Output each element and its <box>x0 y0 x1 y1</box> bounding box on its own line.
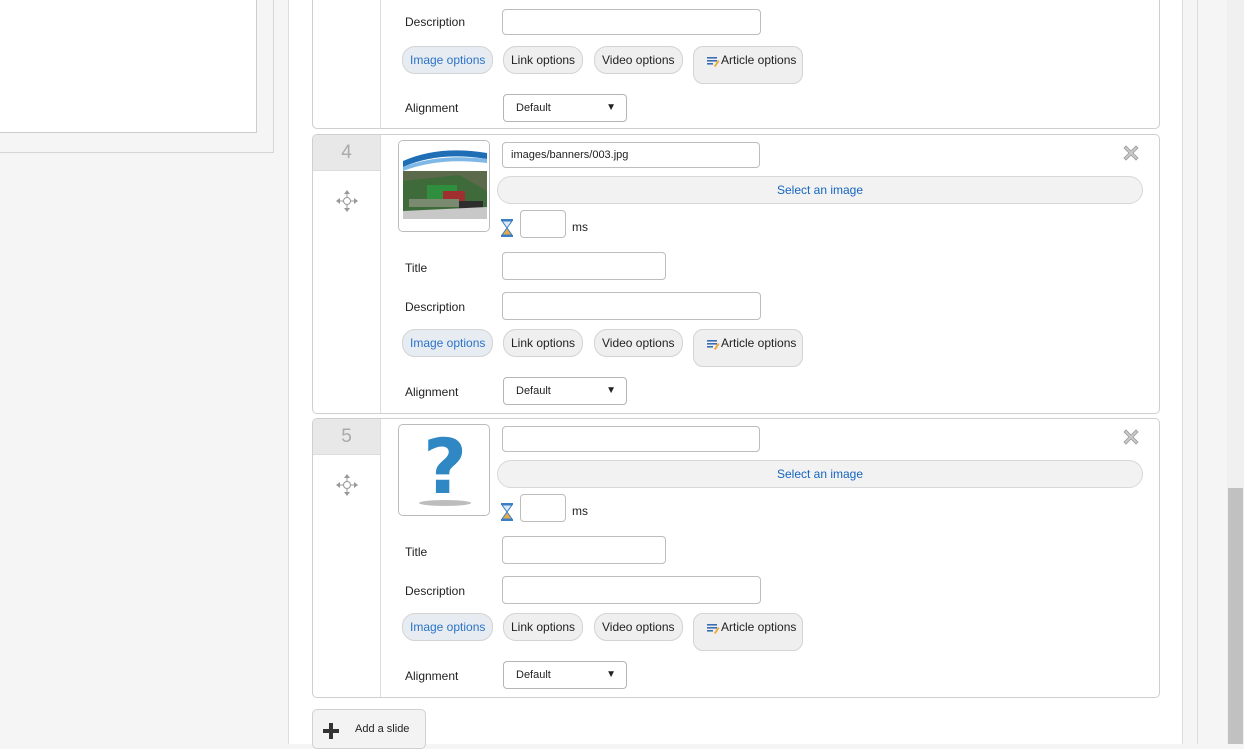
title-input[interactable] <box>502 252 666 280</box>
alignment-label: Alignment <box>405 385 459 399</box>
select-image-button[interactable]: Select an image <box>497 176 1143 204</box>
title-label: Title <box>405 261 428 275</box>
description-input[interactable] <box>502 576 761 604</box>
close-x-icon[interactable] <box>1121 143 1141 163</box>
video-options-tab[interactable]: Video options <box>594 46 683 74</box>
title-input[interactable] <box>502 536 666 564</box>
ms-label: ms <box>572 504 588 518</box>
slide-number-column: 4 <box>313 135 381 413</box>
chevron-down-icon: ▼ <box>606 385 616 396</box>
description-input[interactable] <box>502 292 761 320</box>
description-label: Description <box>405 300 466 314</box>
duration-input[interactable] <box>520 210 566 238</box>
alignment-select[interactable]: Default ▼ <box>503 94 627 122</box>
video-options-tab[interactable]: Video options <box>594 329 683 357</box>
link-options-tab[interactable]: Link options <box>503 329 584 357</box>
alignment-label: Alignment <box>405 669 459 683</box>
article-options-tab[interactable]: Article options <box>693 46 804 84</box>
slide-5: 5 ? Select an image ms Title Description… <box>312 418 1160 698</box>
slide-4: 4 Select an image <box>312 134 1160 414</box>
question-mark-icon: ? <box>419 425 471 511</box>
banner-image-preview <box>399 141 489 231</box>
svg-text:?: ? <box>423 425 467 511</box>
description-label: Description <box>405 584 466 598</box>
close-x-icon[interactable] <box>1121 427 1141 447</box>
add-slide-label: Add a slide <box>355 723 410 735</box>
hourglass-icon <box>501 503 513 521</box>
banner-image-thumbnail[interactable] <box>398 140 490 232</box>
slide-3-partial: Description Image options Link options V… <box>312 0 1160 129</box>
hourglass-icon <box>501 219 513 237</box>
alignment-select[interactable]: Default ▼ <box>503 377 627 405</box>
image-path-input[interactable] <box>502 142 760 168</box>
add-slide-button[interactable]: Add a slide <box>312 709 426 749</box>
image-options-tab[interactable]: Image options <box>402 329 494 357</box>
article-options-label: Article options <box>721 620 797 634</box>
article-pencil-icon <box>707 340 720 350</box>
duration-input[interactable] <box>520 494 566 522</box>
alignment-value: Default <box>516 385 551 397</box>
article-options-label: Article options <box>721 336 797 350</box>
alignment-value: Default <box>516 102 551 114</box>
alignment-label: Alignment <box>405 101 459 115</box>
slide-number-column <box>313 0 381 128</box>
slide-number: 5 <box>313 419 380 455</box>
chevron-down-icon: ▼ <box>606 669 616 680</box>
article-options-label: Article options <box>721 53 797 67</box>
article-options-tab[interactable]: Article options <box>693 329 804 367</box>
select-image-button[interactable]: Select an image <box>497 460 1143 488</box>
move-arrows-icon[interactable] <box>335 189 359 213</box>
description-input[interactable] <box>502 9 761 35</box>
description-label: Description <box>405 15 466 29</box>
move-arrows-icon[interactable] <box>335 473 359 497</box>
article-pencil-icon <box>707 624 720 634</box>
ms-label: ms <box>572 220 588 234</box>
article-options-tab[interactable]: Article options <box>693 613 804 651</box>
slide-number: 4 <box>313 135 380 171</box>
image-options-tab[interactable]: Image options <box>402 46 494 74</box>
alignment-select[interactable]: Default ▼ <box>503 661 627 689</box>
link-options-tab[interactable]: Link options <box>503 46 584 74</box>
alignment-value: Default <box>516 669 551 681</box>
plus-icon <box>323 723 339 739</box>
title-label: Title <box>405 545 428 559</box>
question-mark-placeholder[interactable]: ? <box>398 424 490 516</box>
chevron-down-icon: ▼ <box>606 102 616 113</box>
image-options-tab[interactable]: Image options <box>402 613 494 641</box>
video-options-tab[interactable]: Video options <box>594 613 683 641</box>
right-divider <box>1197 0 1198 744</box>
image-path-input[interactable] <box>502 426 760 452</box>
slide-number-column: 5 <box>313 419 381 697</box>
link-options-tab[interactable]: Link options <box>503 613 584 641</box>
article-pencil-icon <box>707 57 720 67</box>
scrollbar-thumb[interactable] <box>1228 488 1243 744</box>
left-panel-inner <box>0 0 257 133</box>
